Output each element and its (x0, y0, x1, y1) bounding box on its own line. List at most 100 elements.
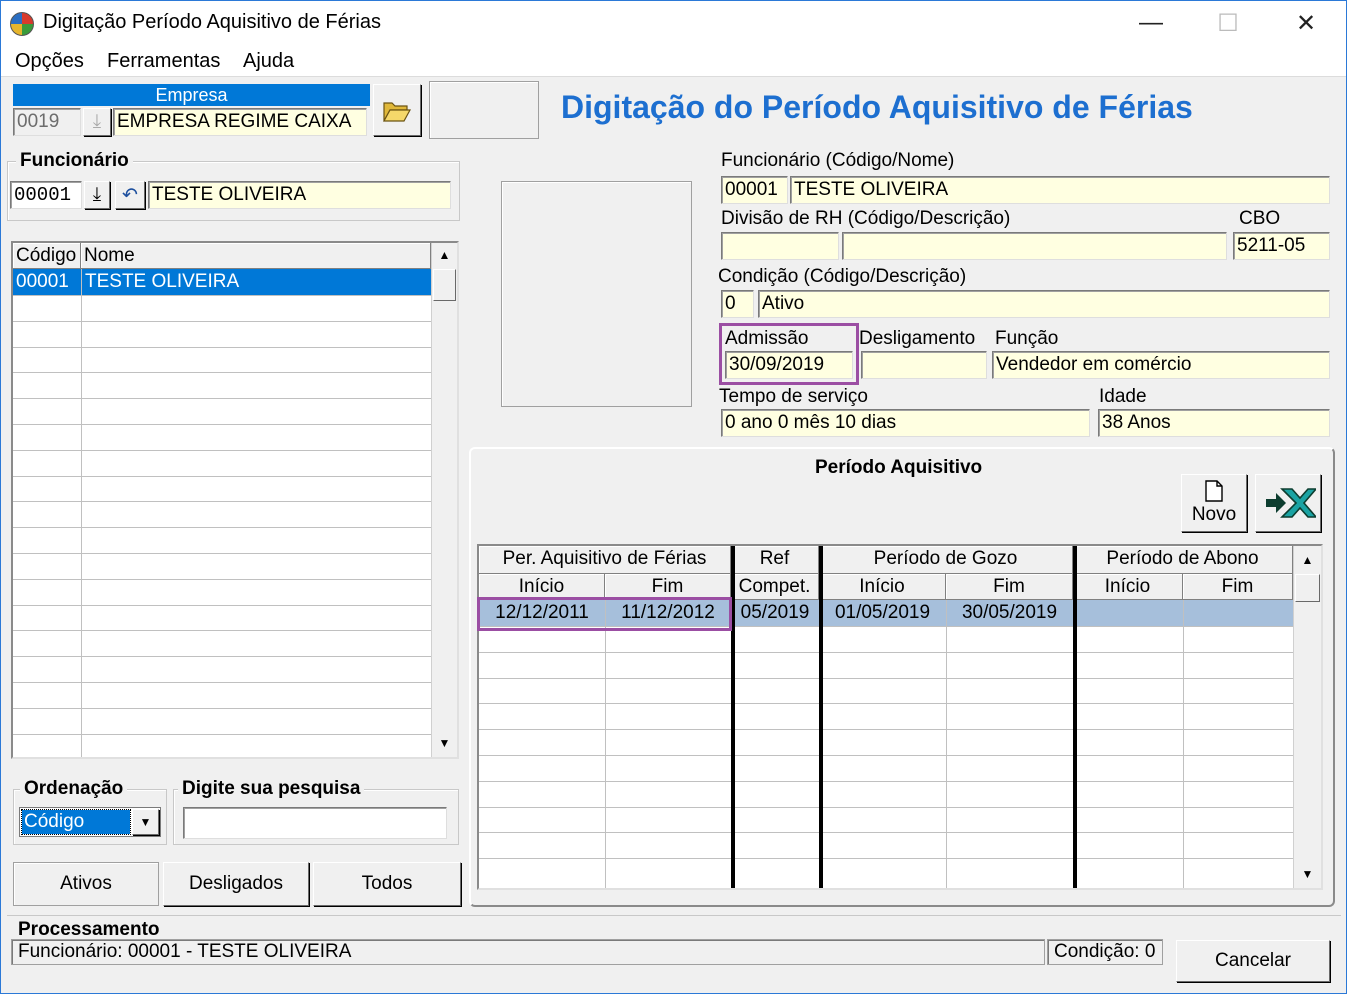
grid-col-line (605, 600, 606, 888)
funcionario-name-field[interactable]: TESTE OLIVEIRA (148, 181, 451, 209)
menu-ajuda[interactable]: Ajuda (243, 50, 294, 73)
header-per-aquisitivo[interactable]: Per. Aquisitivo de Férias (479, 546, 731, 574)
empty-panel (429, 81, 539, 139)
col-header-nome[interactable]: Nome (81, 243, 431, 269)
periodo-grid-scrollbar[interactable]: ▲ ▼ (1293, 546, 1321, 888)
ordenacao-title: Ordenação (20, 778, 128, 800)
chevron-down-icon[interactable]: ▼ (132, 809, 159, 835)
grid-row-line (13, 656, 431, 658)
cbo-label: CBO (1239, 208, 1281, 229)
scroll-down-icon[interactable]: ▼ (1294, 862, 1321, 886)
empresa-header: Empresa (13, 84, 370, 106)
employee-grid[interactable]: Código Nome 00001 TESTE OLIVEIRA ▲ ▼ (11, 241, 459, 759)
scroll-up-icon[interactable]: ▲ (432, 243, 457, 267)
employee-grid-scrollbar[interactable]: ▲ ▼ (431, 243, 457, 757)
tempo-label: Tempo de serviço (719, 386, 868, 407)
desligamento-label: Desligamento (859, 328, 976, 349)
cell-gozo-inicio: 01/05/2019 (834, 602, 931, 623)
grid-row-line (13, 372, 431, 374)
employee-photo (501, 181, 692, 407)
detail-condicao-desc[interactable]: Ativo (758, 290, 1330, 318)
table-row[interactable]: 00001 TESTE OLIVEIRA (13, 269, 431, 295)
ordenacao-selected: Código (21, 809, 131, 835)
download-icon: ⤓ (92, 184, 102, 205)
close-button[interactable]: ✕ (1271, 1, 1341, 45)
detail-funcionario-code[interactable]: 00001 (721, 176, 788, 204)
subheader-abono-fim[interactable]: Fim (1183, 574, 1293, 600)
detail-divisao-code[interactable] (721, 232, 839, 260)
scroll-thumb[interactable] (1295, 574, 1320, 602)
funcionario-code-input[interactable]: 00001 (10, 181, 82, 209)
scroll-thumb[interactable] (433, 269, 456, 301)
tab-ativos[interactable]: Ativos (13, 862, 159, 906)
empresa-code-field[interactable]: 0019 (13, 108, 81, 136)
periodo-grid[interactable]: Per. Aquisitivo de Férias Ref Período de… (477, 544, 1323, 890)
grid-row-line (479, 780, 1293, 782)
maximize-button[interactable]: ☐ (1193, 1, 1263, 45)
grid-row-line (13, 295, 431, 296)
cell-nome: TESTE OLIVEIRA (85, 271, 240, 292)
header-periodo-gozo[interactable]: Período de Gozo (819, 546, 1073, 574)
header-ref[interactable]: Ref (731, 546, 819, 574)
scroll-down-icon[interactable]: ▼ (432, 731, 457, 755)
grid-row-line (479, 703, 1293, 705)
excel-export-icon (1266, 488, 1316, 518)
divider (7, 915, 1341, 916)
empresa-name-field[interactable]: EMPRESA REGIME CAIXA (113, 108, 367, 136)
excel-export-button[interactable] (1255, 474, 1321, 532)
download-icon: ⤓ (92, 111, 102, 132)
grid-col-line (1183, 600, 1184, 888)
grid-row-line (479, 806, 1293, 808)
funcionario-undo-button[interactable]: ↶ (115, 181, 145, 209)
processamento-title: Processamento (18, 919, 160, 940)
tab-todos-label: Todos (361, 873, 413, 894)
subheader-compet[interactable]: Compet. (731, 574, 819, 600)
search-input[interactable] (183, 807, 447, 839)
column-separator (1073, 546, 1077, 888)
tab-todos[interactable]: Todos (313, 862, 461, 906)
highlight-per-aquisitivo (477, 597, 732, 631)
funcionario-download-button[interactable]: ⤓ (84, 181, 110, 209)
empresa-download-button[interactable]: ⤓ (83, 108, 111, 136)
grid-row-line (479, 832, 1293, 834)
subheader-gozo-inicio[interactable]: Início (819, 574, 946, 600)
detail-funcao[interactable]: Vendedor em comércio (992, 351, 1330, 379)
menu-ferramentas[interactable]: Ferramentas (107, 50, 220, 73)
tab-desligados[interactable]: Desligados (163, 862, 309, 906)
grid-row-line (13, 424, 431, 425)
detail-desligamento[interactable] (861, 351, 987, 379)
detail-tempo[interactable]: 0 ano 0 mês 10 dias (721, 409, 1090, 437)
cell-compet: 05/2019 (740, 602, 810, 623)
header-periodo-abono[interactable]: Período de Abono (1073, 546, 1293, 574)
ordenacao-select[interactable]: Código ▼ (19, 807, 161, 837)
detail-cbo[interactable]: 5211-05 (1233, 232, 1330, 260)
detail-condicao-code[interactable]: 0 (721, 290, 754, 318)
idade-label: Idade (1099, 386, 1147, 407)
grid-row-line (13, 346, 431, 348)
tab-desligados-label: Desligados (189, 873, 283, 894)
scroll-up-icon[interactable]: ▲ (1294, 548, 1321, 572)
folder-open-icon (382, 102, 412, 122)
grid-row-line (13, 682, 431, 683)
cancel-label: Cancelar (1214, 950, 1292, 971)
detail-idade[interactable]: 38 Anos (1098, 409, 1330, 437)
open-folder-button[interactable] (373, 84, 421, 136)
window-title: Digitação Período Aquisitivo de Férias (43, 11, 381, 33)
grid-row-line (479, 858, 1293, 860)
funcionario-label: Funcionário (Código/Nome) (721, 150, 955, 171)
grid-col-line (946, 600, 947, 888)
menu-opcoes[interactable]: Opções (15, 50, 84, 73)
grid-row-line (479, 729, 1293, 731)
detail-divisao-desc[interactable] (842, 232, 1227, 260)
col-header-codigo[interactable]: Código (13, 243, 81, 269)
novo-button[interactable]: Novo (1181, 474, 1247, 532)
undo-icon: ↶ (122, 184, 138, 206)
subheader-gozo-fim[interactable]: Fim (946, 574, 1073, 600)
minimize-button[interactable]: — (1116, 1, 1186, 45)
subheader-abono-inicio[interactable]: Início (1073, 574, 1183, 600)
main-window: Digitação Período Aquisitivo de Férias —… (0, 0, 1347, 994)
status-condicao: Condição: 0 (1047, 939, 1163, 965)
periodo-title: Período Aquisitivo (815, 457, 983, 478)
cancel-button[interactable]: Cancelar (1176, 940, 1330, 982)
detail-funcionario-name[interactable]: TESTE OLIVEIRA (790, 176, 1330, 204)
